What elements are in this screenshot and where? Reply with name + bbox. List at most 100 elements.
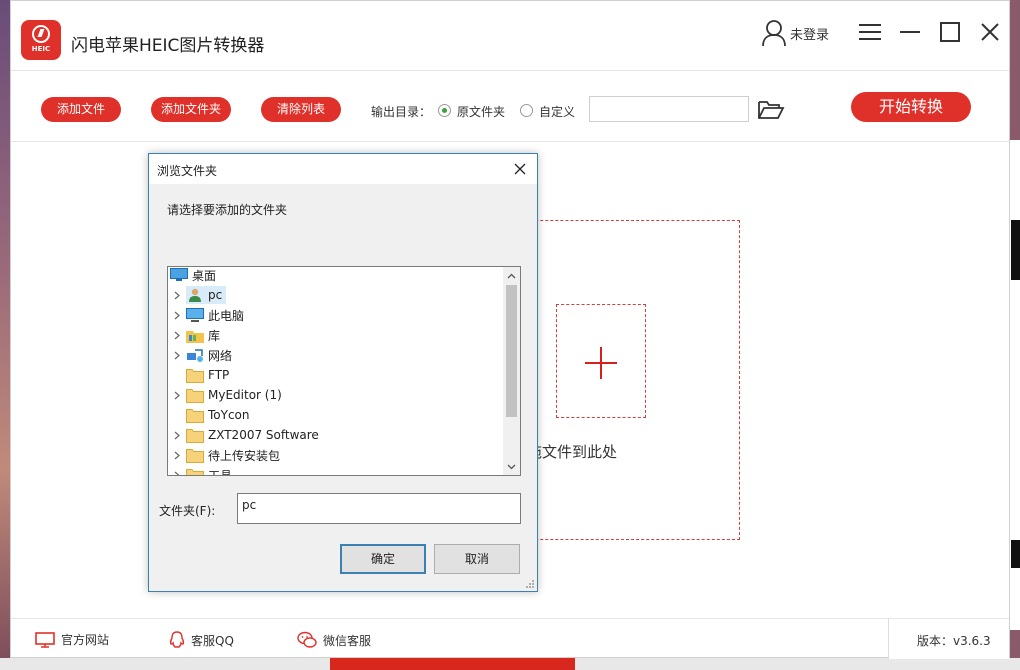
- scroll-thumb[interactable]: [506, 285, 517, 417]
- tree-item-label: FTP: [208, 368, 230, 382]
- dialog-prompt: 请选择要添加的文件夹: [167, 203, 288, 217]
- login-button[interactable]: 未登录: [761, 18, 829, 48]
- tree-item-label: 工具: [208, 468, 233, 476]
- dialog-title-bar: 浏览文件夹: [149, 154, 537, 184]
- tree-item-label: 桌面: [192, 268, 217, 283]
- scroll-down-button[interactable]: [503, 458, 520, 475]
- tree-item-label: pc: [208, 288, 223, 302]
- tree-item-content: 桌面: [170, 267, 216, 284]
- chevron-up-icon: [507, 273, 516, 278]
- maximize-button[interactable]: [939, 21, 961, 43]
- tree-item-库[interactable]: 库: [168, 325, 504, 345]
- wechat-support-link[interactable]: 微信客服: [297, 631, 371, 649]
- tree-item-content: MyEditor (1): [186, 387, 282, 403]
- dialog-title: 浏览文件夹: [157, 164, 218, 178]
- chevron-right-icon[interactable]: [168, 445, 186, 465]
- tree-item-label: ZXT2007 Software: [208, 428, 319, 442]
- tree-item-桌面[interactable]: 桌面: [168, 267, 504, 285]
- folder-field-input[interactable]: pc: [237, 493, 521, 524]
- tree-item-content: pc: [186, 286, 227, 304]
- menu-button[interactable]: [859, 21, 881, 43]
- qq-support-label: 客服QQ: [191, 633, 234, 648]
- tree-item-此电脑[interactable]: 此电脑: [168, 305, 504, 325]
- radio-original-folder[interactable]: [438, 104, 451, 117]
- minimize-button[interactable]: [899, 21, 921, 43]
- resize-grip-icon[interactable]: [525, 579, 535, 589]
- tree-item-content: ToYcon: [186, 407, 250, 423]
- tree-item-pc[interactable]: pc: [168, 285, 504, 305]
- browse-output-button[interactable]: [757, 99, 785, 121]
- folder-icon: [186, 447, 204, 463]
- tree-item-label: 库: [208, 328, 221, 343]
- tree-item-label: 待上传安装包: [208, 448, 281, 463]
- tree-item-zxt2007-software[interactable]: ZXT2007 Software: [168, 425, 504, 445]
- tree-item-ftp[interactable]: FTP: [168, 365, 504, 385]
- computer-icon: [186, 307, 204, 323]
- folder-tree[interactable]: 桌面 pc 此电脑库网络 FTP MyEditor (1) ToYcon ZXT2007 S…: [167, 266, 521, 476]
- toolbar: 添加文件 添加文件夹 清除列表 输出目录： 原文件夹 自定义 开始转换: [11, 71, 1009, 142]
- logo-text: HEIC: [31, 45, 51, 53]
- chevron-right-icon[interactable]: [168, 465, 186, 475]
- title-bar: HEIC 闪电苹果HEIC图片转换器 未登录: [11, 1, 1009, 71]
- tree-item-content: 此电脑: [186, 307, 244, 324]
- tree-item-label: MyEditor (1): [208, 388, 282, 402]
- chevron-right-icon[interactable]: [168, 385, 186, 405]
- network-icon: [186, 347, 204, 363]
- desktop-icon: [170, 267, 188, 283]
- scroll-up-button[interactable]: [503, 267, 520, 284]
- add-folder-button[interactable]: 添加文件夹: [151, 97, 231, 122]
- folder-icon: [186, 467, 204, 475]
- chevron-right-icon[interactable]: [168, 325, 186, 345]
- start-convert-button[interactable]: 开始转换: [851, 92, 971, 122]
- folder-icon: [186, 407, 204, 423]
- dialog-close-button[interactable]: [509, 158, 531, 180]
- folder-field-label: 文件夹(F):: [159, 504, 216, 518]
- chevron-right-icon[interactable]: [168, 425, 186, 445]
- tree-item-网络[interactable]: 网络: [168, 345, 504, 365]
- custom-path-input[interactable]: [589, 96, 749, 122]
- library-icon: [186, 327, 204, 343]
- plus-icon-vertical: [600, 347, 602, 379]
- tree-scrollbar[interactable]: [503, 267, 520, 475]
- tree-item-content: 网络: [186, 347, 232, 364]
- ok-button[interactable]: 确定: [340, 544, 426, 574]
- chevron-down-icon: [507, 464, 516, 469]
- clear-list-button[interactable]: 清除列表: [261, 97, 341, 122]
- tree-item-待上传安装包[interactable]: 待上传安装包: [168, 445, 504, 465]
- open-folder-icon: [758, 101, 785, 119]
- close-icon: [514, 163, 526, 175]
- version-label: 版本：v3.6.3: [888, 619, 1009, 659]
- tree-item-content: FTP: [186, 367, 229, 383]
- radio-original-folder-label[interactable]: 原文件夹: [457, 103, 505, 120]
- lightning-icon: [32, 25, 50, 43]
- qq-support-link[interactable]: 客服QQ: [169, 631, 234, 649]
- chevron-right-icon[interactable]: [168, 305, 186, 325]
- radio-custom-folder[interactable]: [520, 104, 533, 117]
- chevron-right-icon[interactable]: [168, 285, 186, 305]
- taskbar-edge: [0, 658, 1020, 670]
- login-label: 未登录: [790, 27, 830, 43]
- minimize-icon: [900, 31, 920, 33]
- close-icon: [981, 23, 999, 41]
- tree-item-label: 此电脑: [208, 308, 245, 323]
- tree-item-toycon[interactable]: ToYcon: [168, 405, 504, 425]
- wechat-support-label: 微信客服: [323, 633, 372, 648]
- official-website-label: 官方网站: [61, 633, 110, 647]
- tree-item-工具[interactable]: 工具: [168, 465, 504, 476]
- maximize-icon: [940, 22, 960, 42]
- hamburger-icon: [859, 24, 881, 40]
- drop-zone-hint: 拖文件到此处: [527, 443, 618, 461]
- add-file-button[interactable]: 添加文件: [41, 97, 121, 122]
- close-button[interactable]: [979, 21, 1001, 43]
- app-logo: HEIC: [21, 20, 61, 60]
- official-website-link[interactable]: 官方网站: [35, 631, 109, 648]
- tree-item-label: ToYcon: [208, 408, 250, 422]
- user-icon: [762, 20, 786, 47]
- chevron-right-icon[interactable]: [168, 345, 186, 365]
- radio-custom-folder-label[interactable]: 自定义: [539, 103, 575, 120]
- tree-item-content: 待上传安装包: [186, 447, 280, 464]
- tree-item-myeditor-1[interactable]: MyEditor (1): [168, 385, 504, 405]
- cancel-button[interactable]: 取消: [434, 544, 520, 574]
